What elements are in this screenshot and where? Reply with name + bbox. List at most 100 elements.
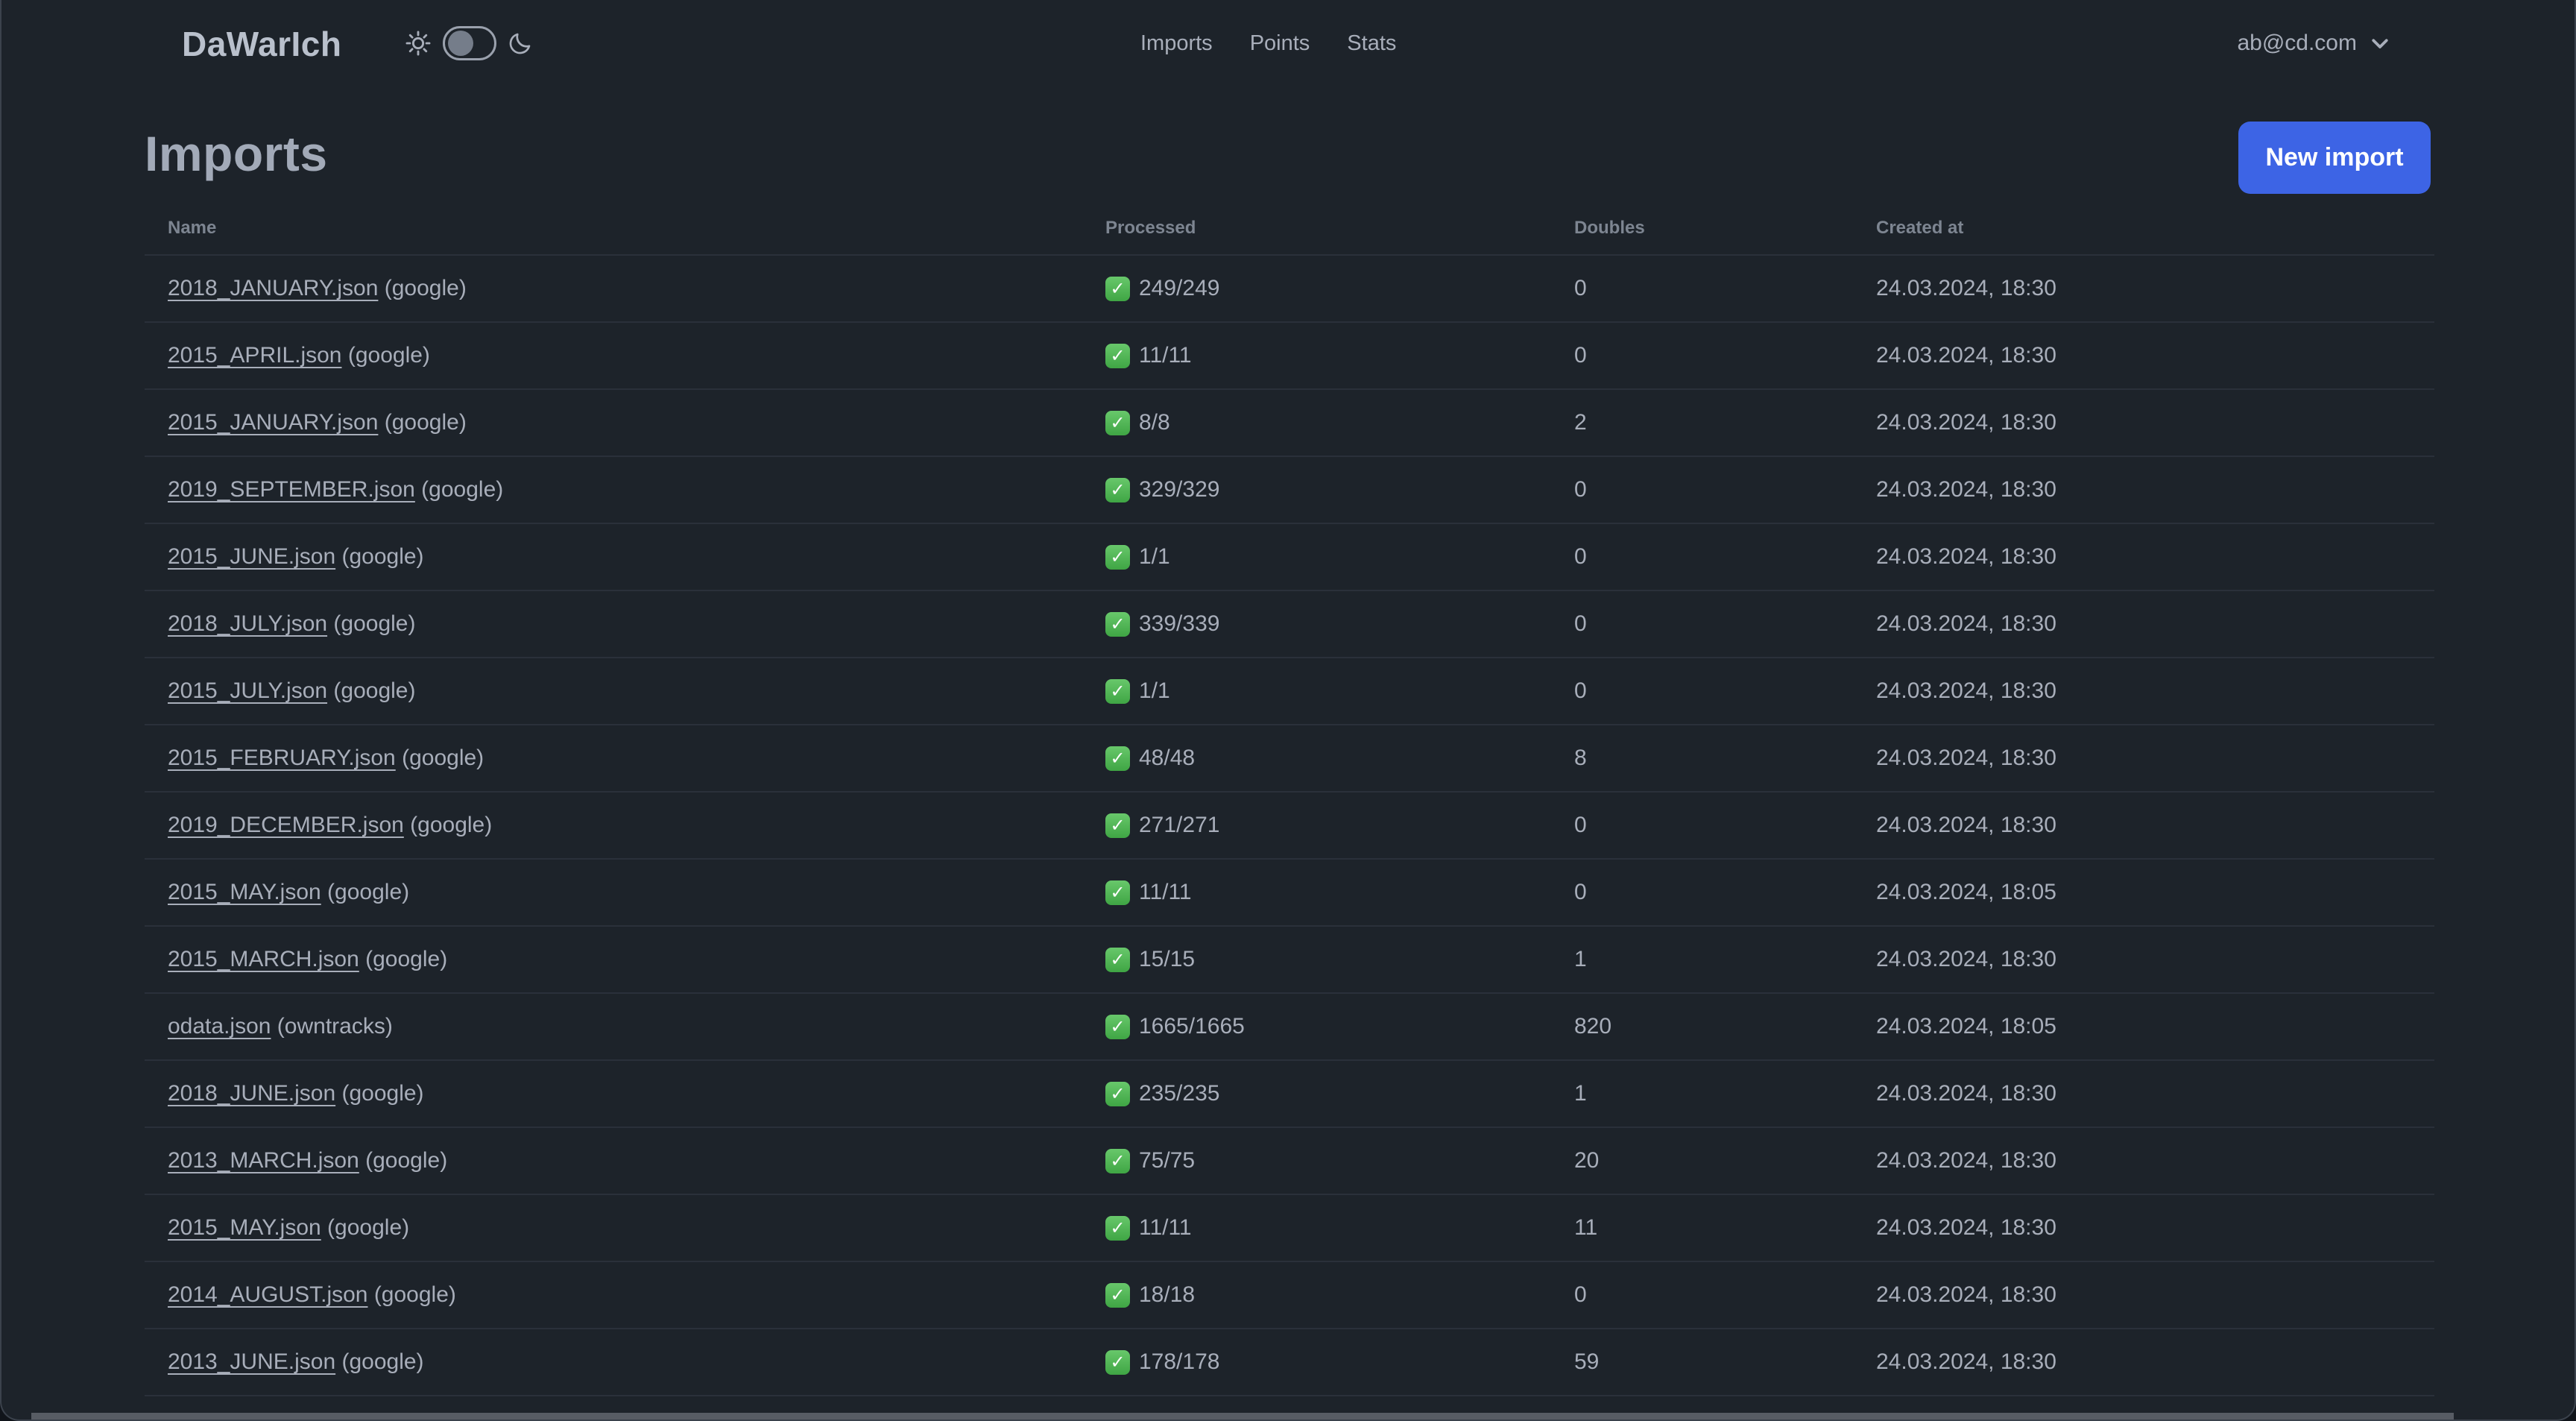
table-row: 2013_JUNE.json (google) ✓ 178/178 59 24.… xyxy=(145,1329,2434,1396)
chevron-down-icon xyxy=(2369,32,2391,54)
import-file-link[interactable]: 2015_APRIL.json xyxy=(168,343,342,368)
doubles-cell: 8 xyxy=(1574,746,1587,770)
name-cell: odata.json (owntracks) xyxy=(168,1014,1105,1039)
doubles-cell: 0 xyxy=(1574,611,1587,636)
import-file-link[interactable]: 2018_JULY.json xyxy=(168,611,327,636)
import-file-link[interactable]: 2018_JUNE.json xyxy=(168,1081,335,1106)
doubles-cell: 20 xyxy=(1574,1148,1600,1173)
sun-icon xyxy=(404,29,432,57)
import-source: (google) xyxy=(359,1148,448,1173)
import-file-link[interactable]: 2015_FEBRUARY.json xyxy=(168,746,396,770)
check-emoji-icon: ✓ xyxy=(1105,276,1130,301)
processed-count: 11/11 xyxy=(1139,880,1192,904)
processed-cell: ✓ 11/11 xyxy=(1105,343,1574,368)
processed-cell: ✓ 1/1 xyxy=(1105,544,1574,570)
created-at-cell: 24.03.2024, 18:30 xyxy=(1876,1349,2056,1374)
processed-count: 1665/1665 xyxy=(1139,1014,1245,1039)
import-file-link[interactable]: 2013_MARCH.json xyxy=(168,1148,359,1173)
horizontal-scrollbar[interactable] xyxy=(31,1413,2454,1420)
created-at-cell: 24.03.2024, 18:30 xyxy=(1876,1282,2056,1307)
processed-count: 1/1 xyxy=(1139,678,1170,703)
import-source: (google) xyxy=(321,1215,410,1240)
name-cell: 2015_JUNE.json (google) xyxy=(168,544,1105,570)
column-header-created-at: Created at xyxy=(1876,217,1964,238)
column-header-doubles: Doubles xyxy=(1574,217,1645,238)
check-emoji-icon: ✓ xyxy=(1105,880,1130,905)
check-emoji-icon: ✓ xyxy=(1105,746,1130,771)
new-import-button[interactable]: New import xyxy=(2238,122,2431,194)
processed-cell: ✓ 1665/1665 xyxy=(1105,1014,1574,1039)
imports-table: Name Processed Doubles Created at 2018_J… xyxy=(145,201,2434,1420)
import-file-link[interactable]: 2015_JUNE.json xyxy=(168,544,335,569)
nav-link-points[interactable]: Points xyxy=(1250,31,1310,56)
user-email: ab@cd.com xyxy=(2237,31,2357,55)
created-at-cell: 24.03.2024, 18:30 xyxy=(1876,410,2056,435)
check-emoji-icon: ✓ xyxy=(1105,947,1130,972)
processed-cell: ✓ 339/339 xyxy=(1105,611,1574,637)
processed-cell: ✓ 18/18 xyxy=(1105,1282,1574,1308)
app-logo[interactable]: DaWarIch xyxy=(182,24,341,64)
import-file-link[interactable]: 2019_SEPTEMBER.json xyxy=(168,477,415,502)
name-cell: 2019_DECEMBER.json (google) xyxy=(168,813,1105,838)
created-at-cell: 24.03.2024, 18:30 xyxy=(1876,746,2056,770)
name-cell: 2015_APRIL.json (google) xyxy=(168,343,1105,368)
import-file-link[interactable]: 2014_AUGUST.json xyxy=(168,1282,367,1307)
import-file-link[interactable]: 2015_JANUARY.json xyxy=(168,410,378,435)
check-emoji-icon: ✓ xyxy=(1105,678,1130,704)
name-cell: 2015_JULY.json (google) xyxy=(168,678,1105,704)
user-menu[interactable]: ab@cd.com xyxy=(2237,0,2391,86)
name-cell: 2013_MARCH.json (google) xyxy=(168,1148,1105,1173)
theme-toggle[interactable] xyxy=(404,26,534,60)
import-source: (google) xyxy=(327,678,416,703)
check-emoji-icon: ✓ xyxy=(1105,544,1130,570)
doubles-cell: 0 xyxy=(1574,880,1587,904)
doubles-cell: 11 xyxy=(1574,1215,1598,1240)
navbar: DaWarIch Imports Points Stats ab@cd.com xyxy=(1,0,2575,86)
theme-toggle-switch[interactable] xyxy=(443,26,496,60)
table-row: 2019_DECEMBER.json (google) ✓ 271/271 0 … xyxy=(145,793,2434,860)
import-file-link[interactable]: 2015_MAY.json xyxy=(168,1215,321,1240)
import-file-link[interactable]: 2013_JUNE.json xyxy=(168,1349,335,1374)
doubles-cell: 0 xyxy=(1574,678,1587,703)
table-row: 2015_APRIL.json (google) ✓ 11/11 0 24.03… xyxy=(145,323,2434,390)
import-source: (google) xyxy=(335,1081,424,1106)
name-cell: 2015_MAY.json (google) xyxy=(168,880,1105,905)
check-emoji-icon: ✓ xyxy=(1105,1148,1130,1173)
processed-cell: ✓ 271/271 xyxy=(1105,813,1574,838)
doubles-cell: 0 xyxy=(1574,544,1587,569)
import-file-link[interactable]: odata.json xyxy=(168,1014,271,1039)
table-row: odata.json (owntracks) ✓ 1665/1665 820 2… xyxy=(145,994,2434,1061)
processed-cell: ✓ 235/235 xyxy=(1105,1081,1574,1106)
created-at-cell: 24.03.2024, 18:30 xyxy=(1876,813,2056,837)
import-file-link[interactable]: 2018_JANUARY.json xyxy=(168,276,378,300)
column-header-processed: Processed xyxy=(1105,217,1196,238)
doubles-cell: 0 xyxy=(1574,813,1587,837)
created-at-cell: 24.03.2024, 18:30 xyxy=(1876,276,2056,300)
app-window: DaWarIch Imports Points Stats ab@cd.com … xyxy=(0,0,2576,1421)
processed-cell: ✓ 48/48 xyxy=(1105,746,1574,771)
import-file-link[interactable]: 2019_DECEMBER.json xyxy=(168,813,404,837)
nav-link-imports[interactable]: Imports xyxy=(1140,31,1213,56)
nav-link-stats[interactable]: Stats xyxy=(1347,31,1396,56)
import-file-link[interactable]: 2015_MARCH.json xyxy=(168,947,359,971)
table-row: 2015_FEBRUARY.json (google) ✓ 48/48 8 24… xyxy=(145,725,2434,793)
created-at-cell: 24.03.2024, 18:30 xyxy=(1876,947,2056,971)
doubles-cell: 59 xyxy=(1574,1349,1600,1374)
table-row: 2014_AUGUST.json (google) ✓ 18/18 0 24.0… xyxy=(145,1262,2434,1329)
import-file-link[interactable]: 2015_MAY.json xyxy=(168,880,321,904)
processed-count: 329/329 xyxy=(1139,477,1220,502)
processed-count: 11/11 xyxy=(1139,343,1192,368)
table-body: 2018_JANUARY.json (google) ✓ 249/249 0 2… xyxy=(145,256,2434,1396)
processed-count: 249/249 xyxy=(1139,276,1220,300)
name-cell: 2019_SEPTEMBER.json (google) xyxy=(168,477,1105,502)
table-row: 2015_MAY.json (google) ✓ 11/11 11 24.03.… xyxy=(145,1195,2434,1262)
created-at-cell: 24.03.2024, 18:05 xyxy=(1876,1014,2056,1039)
processed-count: 15/15 xyxy=(1139,947,1196,971)
import-file-link[interactable]: 2015_JULY.json xyxy=(168,678,327,703)
import-source: (google) xyxy=(335,544,424,569)
processed-count: 178/178 xyxy=(1139,1349,1220,1374)
created-at-cell: 24.03.2024, 18:30 xyxy=(1876,343,2056,368)
name-cell: 2015_MAY.json (google) xyxy=(168,1215,1105,1241)
import-source: (google) xyxy=(378,410,467,435)
table-row: 2015_JULY.json (google) ✓ 1/1 0 24.03.20… xyxy=(145,658,2434,725)
